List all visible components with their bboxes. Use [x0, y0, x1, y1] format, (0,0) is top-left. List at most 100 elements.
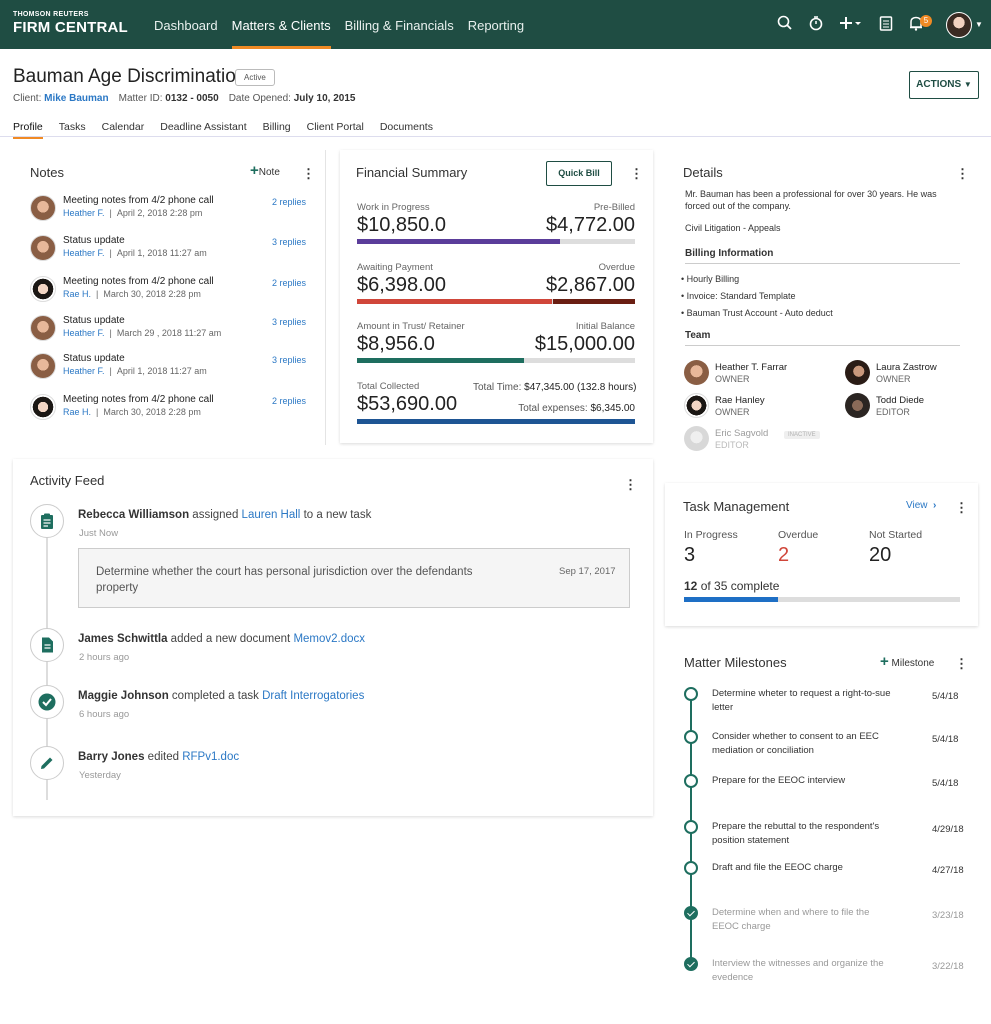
firm-central-logo[interactable]: THOMSON REUTERS FIRM CENTRAL [13, 11, 128, 36]
member-name: Heather T. Farrar [715, 362, 788, 373]
note-replies-link[interactable]: 2 replies [272, 396, 306, 406]
overdue-label: Overdue [778, 529, 819, 541]
note-author[interactable]: Heather F. [63, 208, 105, 218]
note-item[interactable]: Meeting notes from 4/2 phone call Heather… [30, 195, 310, 225]
note-item[interactable]: Meeting notes from 4/2 phone call Rae H. … [30, 394, 310, 424]
team-member-inactive[interactable]: Eric Sagvold EDITOR INACTIVE [684, 426, 834, 454]
milestone-item[interactable]: Draft and file the EEOC charge 4/27/18 [684, 861, 964, 891]
activity-target-link[interactable]: Lauren Hall [242, 509, 301, 521]
milestone-item[interactable]: Prepare the rebuttal to the respondent's… [684, 820, 964, 850]
financial-more-icon[interactable]: ⋮ [630, 166, 643, 182]
activity-target-link[interactable]: Draft Interrogatories [262, 690, 364, 702]
milestone-item[interactable]: Interview the witnesses and organize the… [684, 957, 964, 987]
note-replies-link[interactable]: 2 replies [272, 278, 306, 288]
note-title[interactable]: Meeting notes from 4/2 phone call [63, 195, 214, 206]
tasks-more-icon[interactable]: ⋮ [955, 500, 968, 516]
tab-documents[interactable]: Documents [380, 121, 433, 137]
note-title[interactable]: Status update [63, 235, 125, 246]
nav-matters-clients[interactable]: Matters & Clients [231, 0, 331, 49]
tab-tasks[interactable]: Tasks [59, 121, 86, 137]
add-note-button[interactable]: +Note [250, 163, 280, 178]
milestone-pending-icon[interactable] [684, 687, 698, 701]
activity-target-link[interactable]: Memov2.docx [293, 633, 365, 645]
add-menu-icon[interactable] [838, 14, 861, 34]
note-title[interactable]: Meeting notes from 4/2 phone call [63, 276, 214, 287]
milestone-item[interactable]: Prepare for the EEOC interview 5/4/18 [684, 774, 964, 804]
activity-actor[interactable]: Rebecca Williamson [78, 509, 189, 521]
milestone-pending-icon[interactable] [684, 730, 698, 744]
add-milestone-button[interactable]: + Milestone [880, 654, 934, 669]
activity-target-link[interactable]: RFPv1.doc [182, 751, 239, 763]
note-author[interactable]: Rae H. [63, 289, 91, 299]
note-replies-link[interactable]: 2 replies [272, 197, 306, 207]
activity-actor[interactable]: James Schwittla [78, 633, 167, 645]
member-role: OWNER [876, 374, 911, 384]
actions-button[interactable]: ACTIONS ▼ [909, 71, 979, 99]
main-nav: Dashboard Matters & Clients Billing & Fi… [154, 0, 538, 49]
practice-area: Civil Litigation - Appeals [685, 223, 781, 233]
nav-billing-financials[interactable]: Billing & Financials [345, 0, 454, 49]
note-item[interactable]: Status update Heather F. | April 1, 2018 … [30, 235, 310, 265]
team-member[interactable]: Todd Diede EDITOR [845, 393, 991, 421]
note-title[interactable]: Meeting notes from 4/2 phone call [63, 394, 214, 405]
note-author[interactable]: Heather F. [63, 248, 105, 258]
billing-item: • Invoice: Standard Template [681, 291, 796, 301]
nav-reporting[interactable]: Reporting [468, 0, 524, 49]
team-member[interactable]: Rae Hanley OWNER [684, 393, 834, 421]
note-author[interactable]: Rae H. [63, 407, 91, 417]
nav-dashboard[interactable]: Dashboard [154, 0, 218, 49]
view-tasks-link[interactable]: View › [906, 500, 936, 511]
milestone-pending-icon[interactable] [684, 774, 698, 788]
client-label: Client: [13, 93, 42, 104]
activity-actor[interactable]: Barry Jones [78, 751, 144, 763]
tab-billing[interactable]: Billing [263, 121, 291, 137]
task-preview-box[interactable]: Determine whether the court has personal… [78, 548, 630, 608]
fin-progress-fill [357, 358, 524, 363]
note-author[interactable]: Heather F. [63, 328, 105, 338]
not-started-count[interactable]: 20 [869, 544, 891, 567]
quick-bill-button[interactable]: Quick Bill [546, 161, 612, 186]
avatar [30, 235, 56, 261]
tab-deadline-assistant[interactable]: Deadline Assistant [160, 121, 246, 137]
fin-left-label: Work in Progress [357, 202, 430, 213]
note-replies-link[interactable]: 3 replies [272, 237, 306, 247]
note-replies-link[interactable]: 3 replies [272, 355, 306, 365]
note-title[interactable]: Status update [63, 353, 125, 364]
client-link[interactable]: Mike Bauman [44, 93, 108, 104]
activity-more-icon[interactable]: ⋮ [624, 477, 637, 493]
note-item[interactable]: Meeting notes from 4/2 phone call Rae H. … [30, 276, 310, 306]
milestone-pending-icon[interactable] [684, 861, 698, 875]
notes-more-icon[interactable]: ⋮ [302, 166, 315, 182]
user-avatar[interactable] [946, 12, 972, 38]
total-expenses: Total expenses: $6,345.00 [518, 403, 635, 414]
details-more-icon[interactable]: ⋮ [956, 166, 969, 182]
overdue-count[interactable]: 2 [778, 544, 789, 567]
milestone-item[interactable]: Determine when and where to file the EEO… [684, 906, 964, 936]
note-title[interactable]: Status update [63, 315, 125, 326]
tab-profile[interactable]: Profile [13, 121, 43, 139]
note-item[interactable]: Status update Heather F. | April 1, 2018 … [30, 353, 310, 383]
tab-client-portal[interactable]: Client Portal [307, 121, 364, 137]
team-member[interactable]: Laura Zastrow OWNER [845, 360, 991, 388]
in-progress-count[interactable]: 3 [684, 544, 695, 567]
note-author[interactable]: Heather F. [63, 366, 105, 376]
billing-item-text: Bauman Trust Account - Auto deduct [686, 308, 833, 318]
search-icon[interactable] [776, 14, 796, 34]
milestone-pending-icon[interactable] [684, 820, 698, 834]
tab-calendar[interactable]: Calendar [102, 121, 145, 137]
note-replies-link[interactable]: 3 replies [272, 317, 306, 327]
note-item[interactable]: Status update Heather F. | March 29 , 201… [30, 315, 310, 345]
timer-icon[interactable] [807, 14, 827, 34]
milestone-item[interactable]: Consider whether to consent to an EEC me… [684, 730, 964, 760]
chevron-down-icon[interactable]: ▼ [975, 20, 983, 29]
clipboard-icon[interactable] [877, 14, 897, 34]
activity-verb: assigned [189, 509, 242, 521]
matter-tabs: Profile Tasks Calendar Deadline Assistan… [13, 121, 433, 139]
milestones-more-icon[interactable]: ⋮ [955, 656, 968, 672]
milestone-complete-icon[interactable] [684, 906, 698, 920]
avatar [30, 315, 56, 341]
activity-actor[interactable]: Maggie Johnson [78, 690, 169, 702]
milestone-complete-icon[interactable] [684, 957, 698, 971]
team-member[interactable]: Heather T. Farrar OWNER [684, 360, 834, 388]
milestone-item[interactable]: Determine wheter to request a right-to-s… [684, 687, 964, 717]
